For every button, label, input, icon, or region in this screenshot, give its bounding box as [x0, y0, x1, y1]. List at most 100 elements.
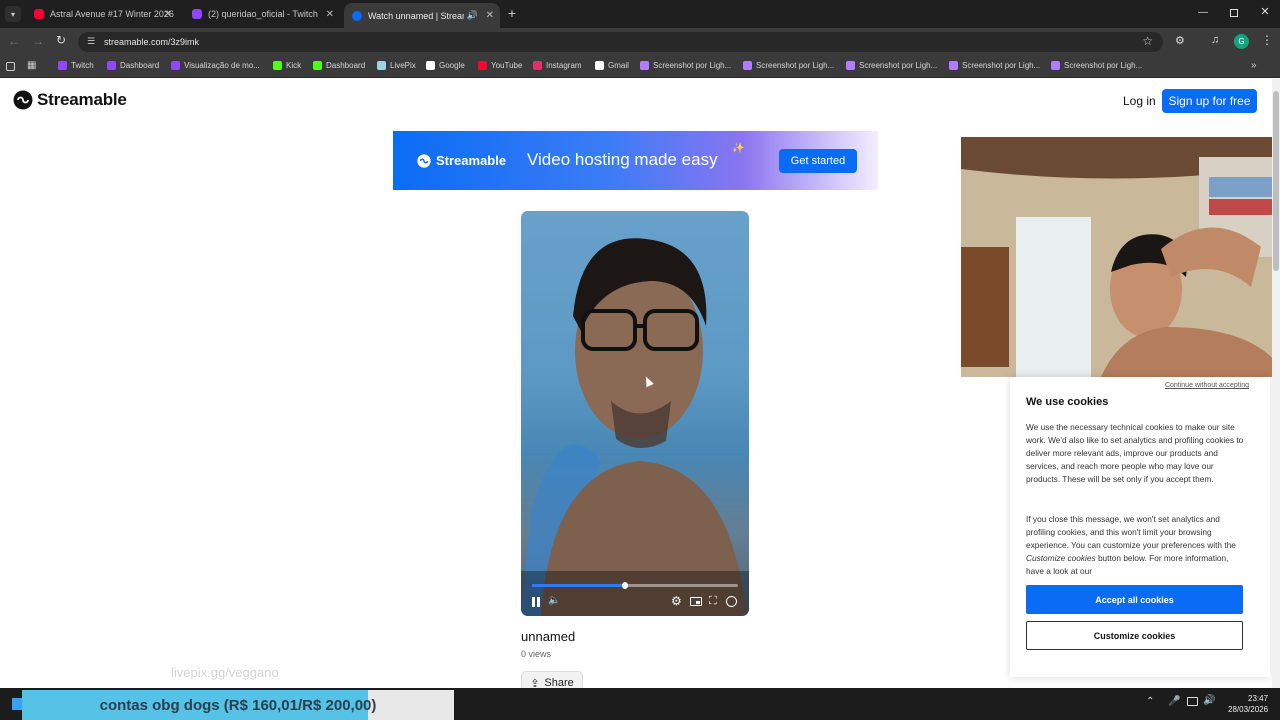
restore-button[interactable]	[1228, 7, 1240, 19]
tab-search-button[interactable]: ▾	[5, 6, 21, 22]
bookmark-favicon-icon	[846, 61, 855, 70]
bookmark-item[interactable]: Gmail	[595, 61, 629, 70]
site-info-icon[interactable]: ☰	[87, 36, 95, 47]
signup-button[interactable]: Sign up for free	[1162, 89, 1257, 113]
video-progress-fill	[532, 584, 625, 587]
bookmark-item[interactable]: Screenshot por Ligh...	[640, 61, 731, 70]
forward-button[interactable]: →	[32, 34, 44, 48]
settings-gear-icon[interactable]: ⚙	[671, 594, 682, 608]
bookmark-favicon-icon	[1051, 61, 1060, 70]
volume-icon[interactable]: 🔈	[548, 595, 560, 606]
more-bookmarks-icon[interactable]: »	[1251, 60, 1257, 71]
video-player[interactable]: 🔈 ⚙ ⛶	[521, 211, 749, 616]
bookmark-item[interactable]: Twitch	[58, 61, 94, 70]
bookmark-label: Visualização de mo...	[184, 61, 260, 70]
clock-date[interactable]: 28/03/2026	[1228, 705, 1268, 714]
ad-banner[interactable]: Streamable Video hosting made easy ✨ Get…	[393, 131, 878, 190]
tab-youtube[interactable]: Astral Avenue #17 Winter 2026 ✕	[26, 4, 178, 24]
window-close-button[interactable]: ✕	[1258, 5, 1272, 19]
profile-avatar[interactable]: G	[1234, 34, 1249, 49]
new-tab-button[interactable]: +	[505, 5, 519, 21]
video-progress-thumb[interactable]	[621, 582, 628, 589]
tab-twitch[interactable]: (2) queridao_oficial - Twitch ✕	[184, 4, 340, 24]
streamable-logo[interactable]: Streamable	[13, 90, 127, 110]
bookmark-label: Gmail	[608, 61, 629, 70]
bookmark-label: Google	[439, 61, 465, 70]
bookmark-favicon-icon	[743, 61, 752, 70]
url-text: streamable.com/3z9imk	[104, 37, 200, 47]
back-button[interactable]: ←	[8, 34, 20, 48]
microphone-icon[interactable]: 🎤	[1168, 696, 1180, 707]
bookmark-label: Screenshot por Ligh...	[653, 61, 732, 70]
streamable-watermark-icon[interactable]	[726, 596, 737, 607]
chevron-up-icon[interactable]: ⌃	[1146, 696, 1154, 707]
apps-icon[interactable]	[6, 62, 15, 71]
close-icon[interactable]: ✕	[326, 9, 334, 20]
bookmark-favicon-icon	[533, 61, 542, 70]
bookmark-item[interactable]: LivePix	[377, 61, 416, 70]
chevron-down-icon: ▾	[10, 9, 15, 19]
speaker-icon[interactable]: 🔊	[467, 10, 478, 21]
bookmark-item[interactable]: Dashboard	[313, 61, 365, 70]
login-link[interactable]: Log in	[1123, 94, 1156, 108]
media-control-icon[interactable]: ♫	[1211, 34, 1219, 46]
fullscreen-icon[interactable]: ⛶	[709, 595, 717, 608]
bookmark-label: Screenshot por Ligh...	[756, 61, 835, 70]
profile-initial: G	[1238, 37, 1245, 46]
address-bar[interactable]: ☰ streamable.com/3z9imk ☆	[78, 32, 1163, 52]
close-icon[interactable]: ✕	[486, 10, 494, 21]
share-button[interactable]: ⇪ Share	[521, 671, 583, 688]
donation-goal-bar: contas obg dogs (R$ 160,01/R$ 200,00)	[22, 690, 454, 720]
youtube-favicon-icon	[34, 9, 44, 19]
customize-cookies-button[interactable]: Customize cookies	[1026, 621, 1243, 650]
reload-button[interactable]: ↻	[56, 33, 66, 47]
bookmark-item[interactable]: Kick	[273, 61, 301, 70]
extensions-icon[interactable]: ⚙	[1175, 34, 1185, 47]
bookmark-favicon-icon	[595, 61, 604, 70]
bookmark-label: Instagram	[546, 61, 582, 70]
close-icon[interactable]: ✕	[164, 9, 172, 20]
restore-icon	[1230, 9, 1238, 17]
more-menu-icon[interactable]: ⋮	[1261, 33, 1273, 47]
network-icon[interactable]	[1187, 697, 1198, 706]
tab-strip: ▾ Astral Avenue #17 Winter 2026 ✕ (2) qu…	[0, 0, 1280, 28]
scrollbar-thumb[interactable]	[1273, 91, 1279, 271]
bookmark-star-icon[interactable]: ☆	[1142, 34, 1153, 48]
bookmark-item[interactable]: Google	[426, 61, 465, 70]
speaker-icon[interactable]: 🔊	[1203, 695, 1215, 706]
bookmark-label: Twitch	[71, 61, 94, 70]
picture-in-picture-icon[interactable]	[690, 597, 702, 606]
sparkle-icon: ✨	[732, 143, 745, 154]
grid-icon[interactable]: ▦	[27, 60, 36, 71]
bookmark-label: LivePix	[390, 61, 416, 70]
twitch-favicon-icon	[192, 9, 202, 19]
page-scrollbar[interactable]	[1272, 79, 1280, 688]
minimize-button[interactable]: —	[1196, 7, 1210, 19]
bookmark-item[interactable]: Screenshot por Ligh...	[846, 61, 937, 70]
bookmark-favicon-icon	[58, 61, 67, 70]
bookmark-item[interactable]: Screenshot por Ligh...	[1051, 61, 1142, 70]
banner-logo: Streamable	[417, 153, 506, 168]
share-icon: ⇪	[530, 677, 540, 689]
pause-icon[interactable]	[531, 597, 541, 608]
get-started-button[interactable]: Get started	[779, 149, 857, 173]
video-progress-track[interactable]	[532, 582, 738, 589]
bookmark-favicon-icon	[313, 61, 322, 70]
cookie-heading: We use cookies	[1026, 396, 1109, 408]
accept-all-cookies-button[interactable]: Accept all cookies	[1026, 585, 1243, 614]
bookmark-item[interactable]: Screenshot por Ligh...	[743, 61, 834, 70]
bookmark-item[interactable]: YouTube	[478, 61, 522, 70]
bookmark-item[interactable]: Screenshot por Ligh...	[949, 61, 1040, 70]
bookmark-favicon-icon	[107, 61, 116, 70]
bookmark-label: Screenshot por Ligh...	[859, 61, 938, 70]
tab-title: (2) queridao_oficial - Twitch	[208, 9, 318, 19]
customize-cookies-inline: Customize cookies	[1026, 553, 1096, 563]
bookmark-item[interactable]: Instagram	[533, 61, 582, 70]
bookmark-item[interactable]: Dashboard	[107, 61, 159, 70]
tab-streamable[interactable]: Watch unnamed | Streamable 🔊 ✕	[344, 3, 500, 28]
continue-without-accepting-link[interactable]: Continue without accepting	[1165, 382, 1249, 389]
webcam-frame	[961, 137, 1280, 377]
bookmark-item[interactable]: Visualização de mo...	[171, 61, 260, 70]
bookmark-favicon-icon	[478, 61, 487, 70]
clock-time[interactable]: 23:47	[1248, 694, 1268, 703]
